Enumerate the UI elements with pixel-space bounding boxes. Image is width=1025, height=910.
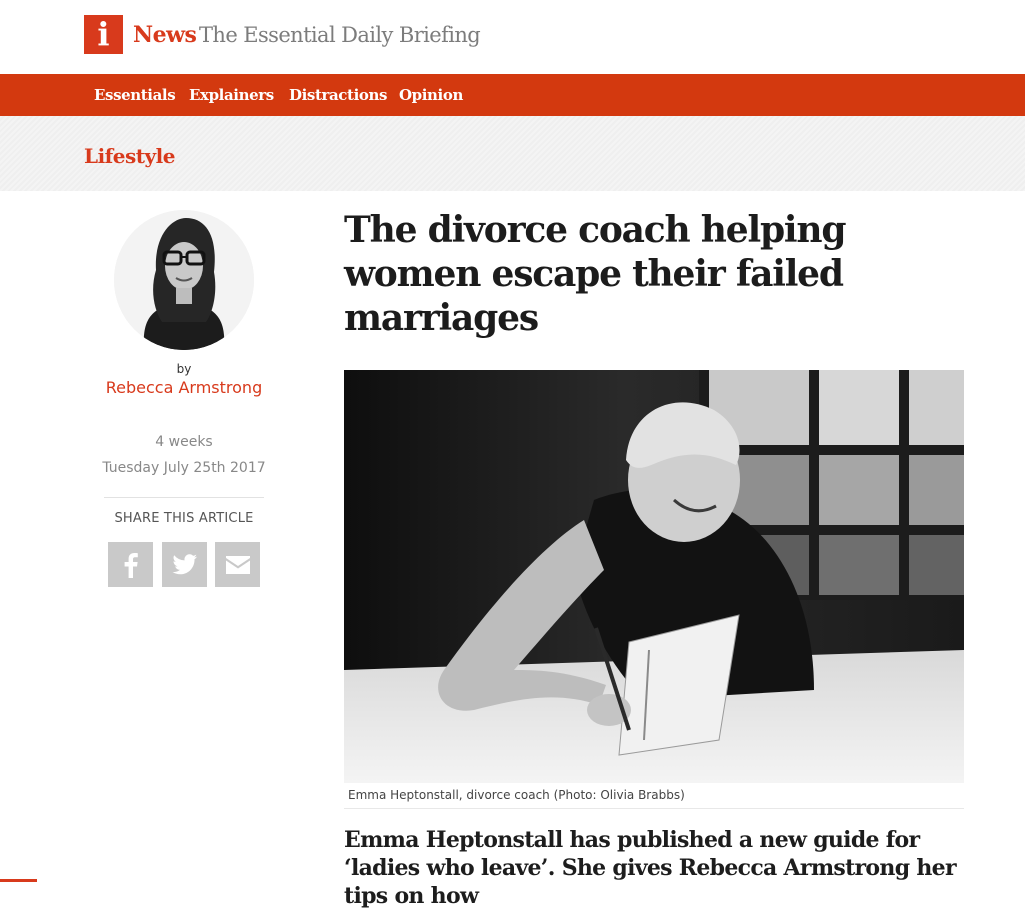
section-title[interactable]: Lifestyle <box>84 141 175 171</box>
author-name-link[interactable]: Rebecca Armstrong <box>84 377 284 399</box>
brand-tagline: The Essential Daily Briefing <box>199 23 481 47</box>
facebook-icon <box>124 552 138 578</box>
site-header: i News The Essential Daily Briefing <box>0 0 1025 74</box>
email-icon <box>225 555 250 574</box>
woman-writing-photo-icon <box>344 370 964 783</box>
publish-date: Tuesday July 25th 2017 <box>102 460 266 476</box>
nav-item-opinion[interactable]: Opinion <box>399 74 463 116</box>
sidebar-divider <box>104 497 264 498</box>
author-avatar <box>114 210 254 350</box>
facebook-share-button[interactable] <box>108 542 153 587</box>
author-portrait-icon <box>114 210 254 350</box>
twitter-icon <box>172 553 197 574</box>
byline-label: by <box>176 362 192 376</box>
article-headline: The divorce coach helping women escape t… <box>344 209 847 339</box>
article-standfirst: Emma Heptonstall has published a new gui… <box>344 827 957 909</box>
nav-item-distractions[interactable]: Distractions <box>289 74 387 116</box>
email-share-button[interactable] <box>215 542 260 587</box>
time-ago: 4 weeks <box>155 434 213 450</box>
nav-item-explainers[interactable]: Explainers <box>189 74 274 116</box>
nav-item-essentials[interactable]: Essentials <box>94 74 176 116</box>
main-nav: Essentials Explainers Distractions Opini… <box>0 74 1025 116</box>
caption-divider <box>344 808 964 809</box>
article-photo <box>344 370 964 783</box>
photo-caption: Emma Heptonstall, divorce coach (Photo: … <box>348 788 685 802</box>
brand-name[interactable]: News <box>133 17 197 53</box>
share-label: SHARE THIS ARTICLE <box>114 511 254 526</box>
i-logo[interactable]: i <box>84 15 123 54</box>
twitter-share-button[interactable] <box>162 542 207 587</box>
